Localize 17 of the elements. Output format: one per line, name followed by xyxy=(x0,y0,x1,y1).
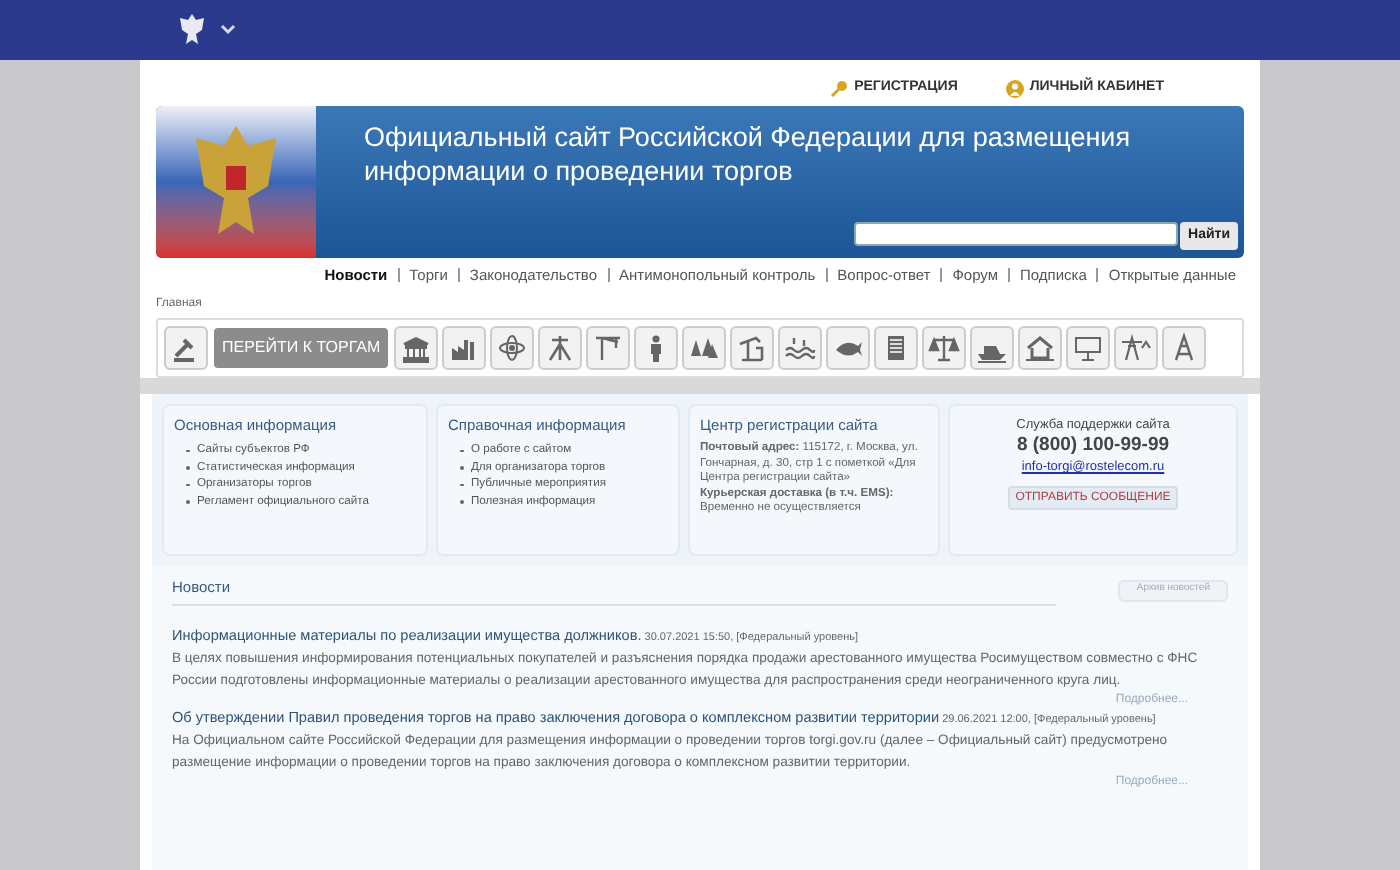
eagle-emblem-icon[interactable] xyxy=(176,12,208,48)
scales-icon[interactable] xyxy=(928,332,961,364)
person-icon xyxy=(1005,79,1024,97)
atom-icon[interactable] xyxy=(496,332,529,364)
key-icon xyxy=(830,79,849,97)
billboard-icon[interactable] xyxy=(1072,332,1105,364)
site-title: Официальный сайт Российской Федерации для размещения информации о проведении торгов xyxy=(364,120,1133,188)
crane-icon[interactable] xyxy=(592,332,625,364)
tripod-icon[interactable] xyxy=(544,332,577,364)
oil-pump-icon[interactable] xyxy=(736,332,769,364)
phone-number: 8 (800) 100-99-99 xyxy=(1016,434,1170,458)
water-icon[interactable] xyxy=(784,332,817,364)
search-field[interactable] xyxy=(854,222,1179,246)
columns-building-icon[interactable] xyxy=(400,332,433,364)
power-line-icon[interactable] xyxy=(1120,332,1153,364)
house-icon[interactable] xyxy=(1024,332,1057,364)
chevron-down-icon[interactable] xyxy=(220,24,236,36)
